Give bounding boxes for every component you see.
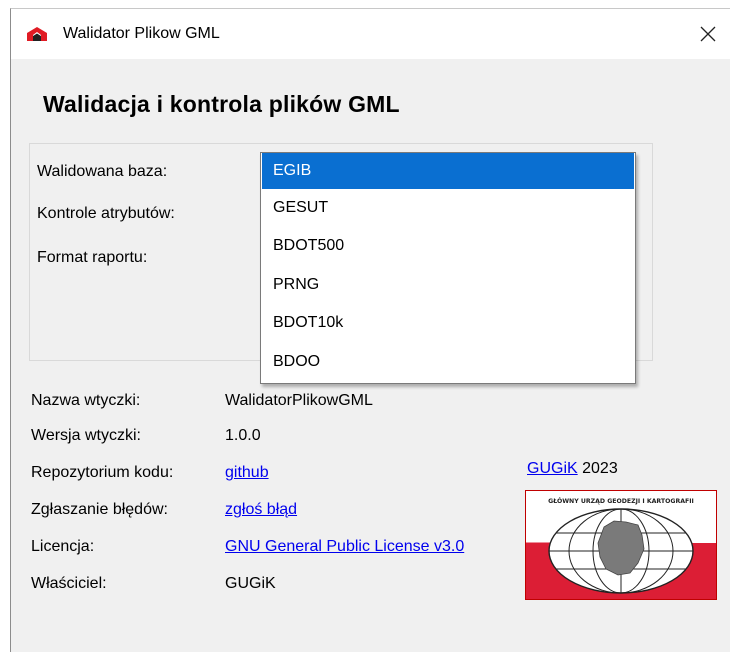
- validated-database-label: Walidowana baza:: [37, 163, 168, 180]
- qgis-plugin-icon: [27, 27, 47, 41]
- owner-label: Właściciel:: [31, 575, 107, 592]
- title-bar: Walidator Plikow GML: [11, 9, 730, 59]
- github-link[interactable]: github: [225, 464, 269, 482]
- gugik-logo-graphic: GŁÓWNY URZĄD GEODEZJI I KARTOGRAFII: [526, 491, 716, 599]
- dropdown-option-egib[interactable]: EGIB: [262, 153, 634, 189]
- attribute-checks-label: Kontrole atrybutów:: [37, 205, 175, 222]
- dropdown-option-bdot500[interactable]: BDOT500: [262, 228, 634, 264]
- close-icon: [700, 26, 716, 42]
- dropdown-option-gesut[interactable]: GESUT: [262, 190, 634, 226]
- dropdown-option-bdoo[interactable]: BDOO: [262, 344, 634, 380]
- page-heading: Walidacja i kontrola plików GML: [43, 91, 400, 117]
- license-link[interactable]: GNU General Public License v3.0: [225, 538, 464, 556]
- report-bug-link[interactable]: zgłoś błąd: [225, 501, 297, 519]
- database-dropdown-list[interactable]: EGIB GESUT BDOT500 PRNG BDOT10k BDOO: [260, 152, 636, 384]
- logo-text: GŁÓWNY URZĄD GEODEZJI I KARTOGRAFII: [548, 496, 694, 505]
- gugik-logo: GŁÓWNY URZĄD GEODEZJI I KARTOGRAFII: [525, 490, 717, 600]
- plugin-name-value: WalidatorPlikowGML: [225, 392, 373, 409]
- report-format-label: Format raportu:: [37, 249, 148, 266]
- plugin-name-label: Nazwa wtyczki:: [31, 392, 141, 409]
- license-label: Licencja:: [31, 538, 95, 555]
- owner-value: GUGiK: [225, 575, 276, 592]
- brand-year: 2023: [582, 460, 618, 477]
- brand-line: GUGiK 2023: [527, 460, 618, 478]
- dropdown-option-bdot10k[interactable]: BDOT10k: [262, 305, 634, 341]
- bug-report-label: Zgłaszanie błędów:: [31, 501, 168, 518]
- dropdown-option-prng[interactable]: PRNG: [262, 267, 634, 303]
- gugik-link[interactable]: GUGiK: [527, 460, 578, 477]
- plugin-version-value: 1.0.0: [225, 427, 261, 444]
- close-button[interactable]: [685, 9, 730, 59]
- code-repository-label: Repozytorium kodu:: [31, 464, 174, 481]
- plugin-version-label: Wersja wtyczki:: [31, 427, 141, 444]
- window-title: Walidator Plikow GML: [63, 25, 220, 42]
